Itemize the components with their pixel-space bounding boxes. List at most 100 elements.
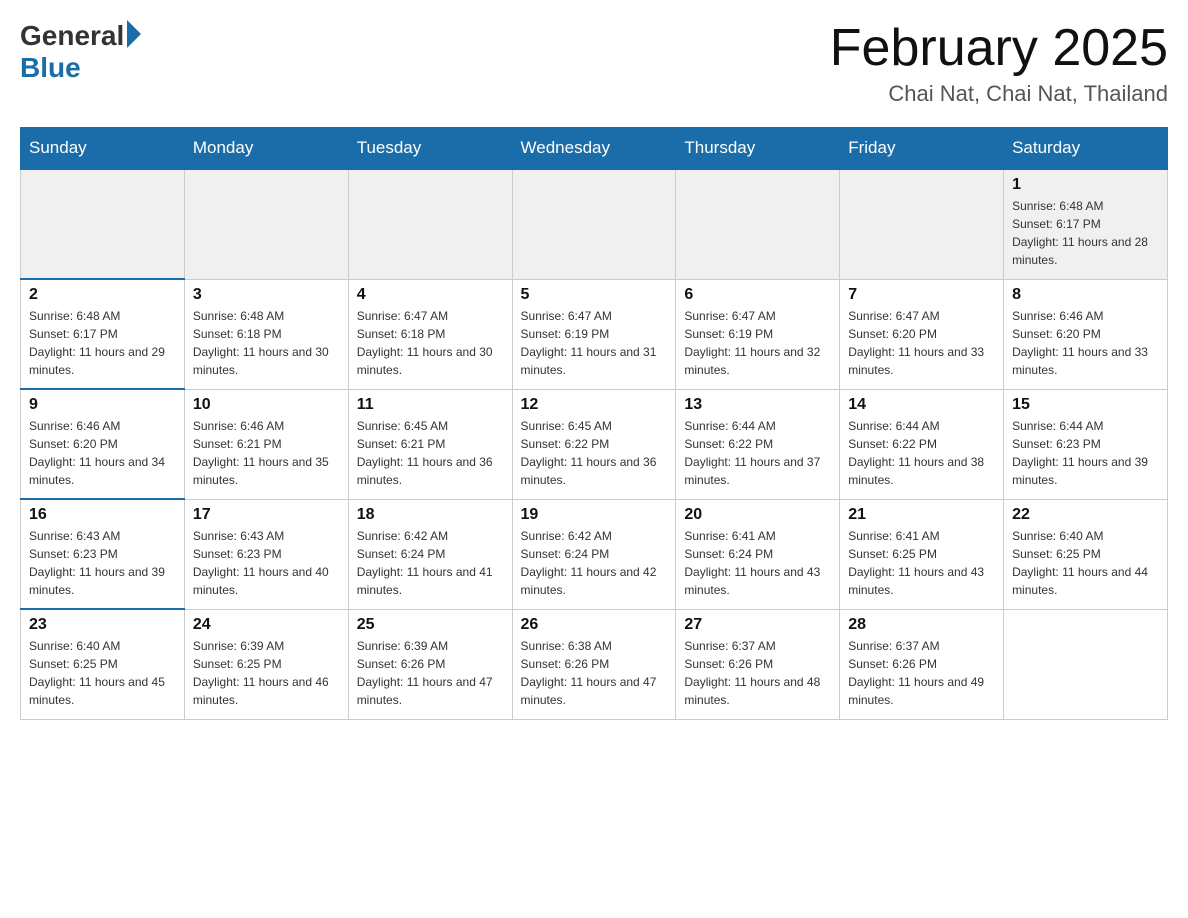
- calendar-cell: 19 Sunrise: 6:42 AMSunset: 6:24 PMDayligh…: [512, 499, 676, 609]
- day-number: 20: [684, 506, 831, 524]
- header-day-tuesday: Tuesday: [348, 128, 512, 170]
- day-number: 22: [1012, 506, 1159, 524]
- calendar-cell: [348, 169, 512, 279]
- calendar-cell: 17 Sunrise: 6:43 AMSunset: 6:23 PMDayligh…: [184, 499, 348, 609]
- calendar-cell: 6Sunrise: 6:47 AMSunset: 6:19 PMDaylight…: [676, 279, 840, 389]
- day-info: Sunrise: 6:43 AMSunset: 6:23 PMDaylight:…: [29, 527, 176, 599]
- day-number: 21: [848, 506, 995, 524]
- day-info: Sunrise: 6:42 AMSunset: 6:24 PMDaylight:…: [521, 527, 668, 599]
- day-number: 10: [193, 396, 340, 414]
- calendar-cell: 2 Sunrise: 6:48 AMSunset: 6:17 PMDaylight…: [21, 279, 185, 389]
- calendar-cell: 11 Sunrise: 6:45 AMSunset: 6:21 PMDayligh…: [348, 389, 512, 499]
- day-info: Sunrise: 6:45 AMSunset: 6:21 PMDaylight:…: [357, 417, 504, 489]
- calendar-cell: 5 Sunrise: 6:47 AMSunset: 6:19 PMDaylight…: [512, 279, 676, 389]
- day-number: 8: [1012, 286, 1159, 304]
- week-row-2: 2 Sunrise: 6:48 AMSunset: 6:17 PMDaylight…: [21, 279, 1168, 389]
- day-number: 9: [29, 396, 176, 414]
- day-number: 25: [357, 616, 504, 634]
- header-day-monday: Monday: [184, 128, 348, 170]
- logo-blue-text: Blue: [20, 52, 81, 84]
- day-info: Sunrise: 6:40 AMSunset: 6:25 PMDaylight:…: [29, 637, 176, 709]
- day-info: Sunrise: 6:44 AMSunset: 6:22 PMDaylight:…: [848, 417, 995, 489]
- day-number: 17: [193, 506, 340, 524]
- day-number: 5: [521, 286, 668, 304]
- location-title: Chai Nat, Chai Nat, Thailand: [830, 81, 1168, 107]
- day-info: Sunrise: 6:39 AMSunset: 6:25 PMDaylight:…: [193, 637, 340, 709]
- calendar-cell: 10 Sunrise: 6:46 AMSunset: 6:21 PMDayligh…: [184, 389, 348, 499]
- day-info: Sunrise: 6:40 AMSunset: 6:25 PMDaylight:…: [1012, 527, 1159, 599]
- day-number: 11: [357, 396, 504, 414]
- week-row-3: 9 Sunrise: 6:46 AMSunset: 6:20 PMDaylight…: [21, 389, 1168, 499]
- calendar-cell: [184, 169, 348, 279]
- day-number: 12: [521, 396, 668, 414]
- day-number: 7: [848, 286, 995, 304]
- day-info: Sunrise: 6:46 AMSunset: 6:20 PMDaylight:…: [29, 417, 176, 489]
- calendar-cell: 25 Sunrise: 6:39 AMSunset: 6:26 PMDayligh…: [348, 609, 512, 719]
- day-info: Sunrise: 6:41 AMSunset: 6:25 PMDaylight:…: [848, 527, 995, 599]
- day-number: 15: [1012, 396, 1159, 414]
- day-number: 19: [521, 506, 668, 524]
- calendar-cell: 23Sunrise: 6:40 AMSunset: 6:25 PMDayligh…: [21, 609, 185, 719]
- day-info: Sunrise: 6:44 AMSunset: 6:23 PMDaylight:…: [1012, 417, 1159, 489]
- calendar-cell: 1 Sunrise: 6:48 AMSunset: 6:17 PMDaylight…: [1004, 169, 1168, 279]
- day-info: Sunrise: 6:41 AMSunset: 6:24 PMDaylight:…: [684, 527, 831, 599]
- day-info: Sunrise: 6:45 AMSunset: 6:22 PMDaylight:…: [521, 417, 668, 489]
- calendar-cell: 8 Sunrise: 6:46 AMSunset: 6:20 PMDaylight…: [1004, 279, 1168, 389]
- header-day-saturday: Saturday: [1004, 128, 1168, 170]
- calendar-cell: 3 Sunrise: 6:48 AMSunset: 6:18 PMDaylight…: [184, 279, 348, 389]
- calendar-cell: 16 Sunrise: 6:43 AMSunset: 6:23 PMDayligh…: [21, 499, 185, 609]
- week-row-1: 1 Sunrise: 6:48 AMSunset: 6:17 PMDaylight…: [21, 169, 1168, 279]
- day-number: 1: [1012, 176, 1159, 194]
- day-info: Sunrise: 6:46 AMSunset: 6:21 PMDaylight:…: [193, 417, 340, 489]
- header-day-thursday: Thursday: [676, 128, 840, 170]
- calendar-cell: 13Sunrise: 6:44 AMSunset: 6:22 PMDayligh…: [676, 389, 840, 499]
- day-number: 14: [848, 396, 995, 414]
- week-row-4: 16 Sunrise: 6:43 AMSunset: 6:23 PMDayligh…: [21, 499, 1168, 609]
- header-day-friday: Friday: [840, 128, 1004, 170]
- calendar-cell: [512, 169, 676, 279]
- day-info: Sunrise: 6:46 AMSunset: 6:20 PMDaylight:…: [1012, 307, 1159, 379]
- header-day-sunday: Sunday: [21, 128, 185, 170]
- day-info: Sunrise: 6:37 AMSunset: 6:26 PMDaylight:…: [684, 637, 831, 709]
- week-row-5: 23Sunrise: 6:40 AMSunset: 6:25 PMDayligh…: [21, 609, 1168, 719]
- day-info: Sunrise: 6:47 AMSunset: 6:19 PMDaylight:…: [521, 307, 668, 379]
- calendar-cell: 22 Sunrise: 6:40 AMSunset: 6:25 PMDayligh…: [1004, 499, 1168, 609]
- logo-general-text: General: [20, 20, 124, 52]
- calendar-cell: 18 Sunrise: 6:42 AMSunset: 6:24 PMDayligh…: [348, 499, 512, 609]
- day-number: 4: [357, 286, 504, 304]
- logo-arrow-icon: [127, 20, 141, 48]
- day-number: 6: [684, 286, 831, 304]
- day-info: Sunrise: 6:38 AMSunset: 6:26 PMDaylight:…: [521, 637, 668, 709]
- day-number: 27: [684, 616, 831, 634]
- calendar-cell: [1004, 609, 1168, 719]
- day-info: Sunrise: 6:42 AMSunset: 6:24 PMDaylight:…: [357, 527, 504, 599]
- header-day-wednesday: Wednesday: [512, 128, 676, 170]
- day-number: 2: [29, 286, 176, 304]
- logo: General Blue: [20, 20, 141, 84]
- day-number: 28: [848, 616, 995, 634]
- title-section: February 2025 Chai Nat, Chai Nat, Thaila…: [830, 20, 1168, 107]
- calendar-cell: 28 Sunrise: 6:37 AMSunset: 6:26 PMDayligh…: [840, 609, 1004, 719]
- day-number: 3: [193, 286, 340, 304]
- day-info: Sunrise: 6:39 AMSunset: 6:26 PMDaylight:…: [357, 637, 504, 709]
- calendar-header-row: SundayMondayTuesdayWednesdayThursdayFrid…: [21, 128, 1168, 170]
- calendar-cell: [21, 169, 185, 279]
- day-info: Sunrise: 6:48 AMSunset: 6:17 PMDaylight:…: [29, 307, 176, 379]
- calendar-table: SundayMondayTuesdayWednesdayThursdayFrid…: [20, 127, 1168, 720]
- day-info: Sunrise: 6:43 AMSunset: 6:23 PMDaylight:…: [193, 527, 340, 599]
- day-info: Sunrise: 6:37 AMSunset: 6:26 PMDaylight:…: [848, 637, 995, 709]
- day-info: Sunrise: 6:48 AMSunset: 6:17 PMDaylight:…: [1012, 197, 1159, 269]
- day-number: 26: [521, 616, 668, 634]
- calendar-cell: 26 Sunrise: 6:38 AMSunset: 6:26 PMDayligh…: [512, 609, 676, 719]
- calendar-cell: 14 Sunrise: 6:44 AMSunset: 6:22 PMDayligh…: [840, 389, 1004, 499]
- calendar-cell: [676, 169, 840, 279]
- day-info: Sunrise: 6:48 AMSunset: 6:18 PMDaylight:…: [193, 307, 340, 379]
- day-number: 18: [357, 506, 504, 524]
- day-info: Sunrise: 6:47 AMSunset: 6:18 PMDaylight:…: [357, 307, 504, 379]
- calendar-cell: 4 Sunrise: 6:47 AMSunset: 6:18 PMDaylight…: [348, 279, 512, 389]
- day-number: 13: [684, 396, 831, 414]
- calendar-cell: 15 Sunrise: 6:44 AMSunset: 6:23 PMDayligh…: [1004, 389, 1168, 499]
- day-number: 16: [29, 506, 176, 524]
- calendar-cell: 27 Sunrise: 6:37 AMSunset: 6:26 PMDayligh…: [676, 609, 840, 719]
- calendar-cell: 7Sunrise: 6:47 AMSunset: 6:20 PMDaylight…: [840, 279, 1004, 389]
